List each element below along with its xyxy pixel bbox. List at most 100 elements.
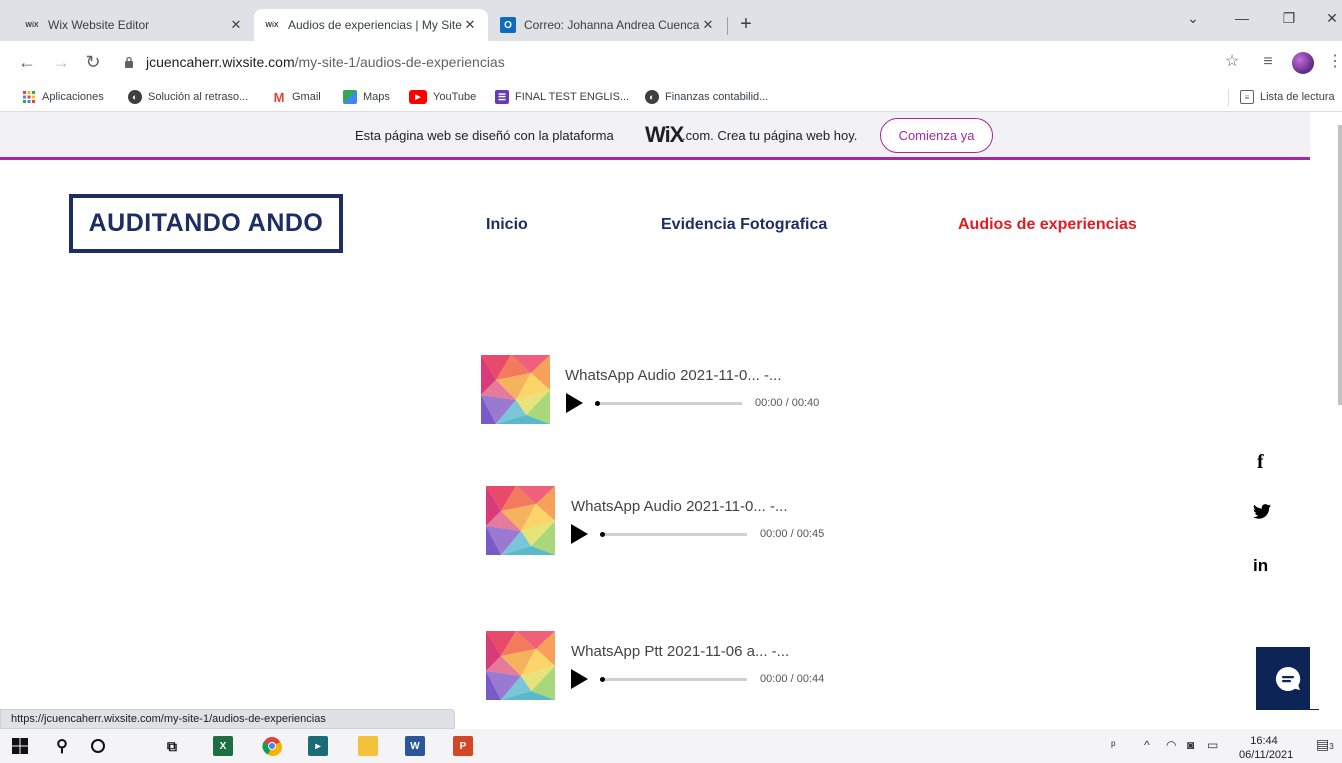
chat-bubble-icon	[1275, 666, 1300, 691]
search-icon[interactable]: ⚲	[52, 736, 72, 756]
play-icon[interactable]	[566, 393, 583, 413]
restore-icon[interactable]: ❐	[1279, 10, 1299, 27]
wix-favicon-icon: WiX	[265, 21, 279, 29]
bookmark-label: Solución al retraso...	[148, 91, 249, 103]
maps-icon	[343, 90, 357, 104]
excel-icon[interactable]: X	[213, 736, 233, 756]
nav-evidencia-fotografica[interactable]: Evidencia Fotografica	[661, 216, 827, 234]
progress-track[interactable]	[600, 678, 747, 681]
wix-promo-banner: Esta página web se diseñó con la platafo…	[0, 112, 1310, 160]
lock-icon	[125, 56, 133, 68]
chevron-up-icon[interactable]: ^	[1144, 738, 1150, 752]
tab-title: Correo: Johanna Andrea Cuenca	[524, 18, 700, 32]
tab-wix-editor[interactable]: WiX Wix Website Editor ✕	[14, 9, 254, 41]
progress-knob[interactable]	[595, 401, 600, 406]
bookmark-finanzas[interactable]: ◐ Finanzas contabilid...	[645, 89, 768, 105]
reading-list-icon: ≡	[1240, 90, 1254, 104]
reload-icon[interactable]: ↻	[83, 52, 103, 72]
progress-knob[interactable]	[600, 677, 605, 682]
bookmark-youtube[interactable]: ▶ YouTube	[409, 89, 476, 105]
audio-player: WhatsApp Audio 2021-11-0... -... 00:00 /…	[486, 486, 846, 558]
tab-title: Wix Website Editor	[48, 18, 150, 32]
notification-count: 3	[1329, 742, 1334, 751]
url-text: jcuencaherr.wixsite.com/my-site-1/audios…	[146, 54, 505, 70]
new-tab-button[interactable]: +	[736, 14, 756, 35]
audio-player: WhatsApp Ptt 2021-11-06 a... -... 00:00 …	[486, 631, 846, 703]
audio-time: 00:00 / 00:45	[760, 528, 825, 540]
scrollbar-thumb[interactable]	[1338, 125, 1342, 405]
taskbar-clock[interactable]: 16:44 06/11/2021	[1239, 734, 1294, 762]
audio-title: WhatsApp Audio 2021-11-0... -...	[571, 498, 788, 515]
tab-audios[interactable]: WiX Audios de experiencias | My Site ✕	[254, 9, 488, 41]
youtube-icon: ▶	[409, 90, 427, 104]
cortana-icon[interactable]	[88, 736, 108, 756]
wix-logo: WiX	[645, 122, 684, 147]
tab-separator	[727, 17, 728, 35]
close-icon[interactable]: ✕	[462, 17, 478, 33]
bookmark-label: Finanzas contabilid...	[665, 91, 769, 103]
clock-date: 06/11/2021	[1239, 749, 1294, 761]
audio-title: WhatsApp Audio 2021-11-0... -...	[565, 367, 782, 384]
twitter-icon[interactable]	[1253, 504, 1271, 524]
progress-track[interactable]	[600, 533, 747, 536]
forward-arrow-icon[interactable]: →	[51, 52, 71, 72]
close-icon[interactable]: ✕	[700, 17, 716, 33]
forms-icon: ☰	[495, 90, 509, 104]
battery-icon[interactable]: ▭	[1207, 738, 1218, 752]
audio-time: 00:00 / 00:44	[760, 673, 825, 685]
chrome-icon[interactable]	[262, 736, 282, 756]
site-page: AUDITANDO ANDO Inicio Evidencia Fotograf…	[0, 163, 1319, 710]
site-logo[interactable]: AUDITANDO ANDO	[69, 194, 343, 253]
windows-start-icon[interactable]	[10, 736, 30, 756]
play-icon[interactable]	[571, 524, 588, 544]
tab-correo[interactable]: O Correo: Johanna Andrea Cuenca ✕	[490, 9, 726, 41]
back-arrow-icon[interactable]: ←	[17, 52, 37, 72]
notifications-icon[interactable]: ▤3	[1316, 736, 1334, 753]
bookmark-label: Aplicaciones	[42, 91, 104, 103]
word-icon[interactable]: W	[405, 736, 425, 756]
globe-icon: ◐	[645, 90, 659, 104]
minimize-icon[interactable]: —	[1232, 10, 1252, 26]
linkedin-icon[interactable]: in	[1253, 556, 1268, 576]
outlook-icon: O	[500, 17, 516, 33]
file-explorer-icon[interactable]	[358, 736, 378, 756]
globe-icon: ◐	[128, 90, 142, 104]
facebook-icon[interactable]: f	[1257, 451, 1264, 474]
wix-favicon-icon: WiX	[25, 21, 39, 29]
progress-track[interactable]	[595, 402, 742, 405]
banner-suffix: .com. Crea tu página web hoy.	[682, 128, 858, 143]
banner-text: Esta página web se diseñó con la platafo…	[355, 128, 614, 143]
bookmark-label: FINAL TEST ENGLIS...	[515, 91, 630, 103]
nav-inicio[interactable]: Inicio	[486, 216, 528, 234]
people-icon[interactable]: ᵖ	[1111, 738, 1116, 752]
reading-list-button[interactable]: ≡ Lista de lectura	[1240, 89, 1335, 105]
album-cover	[486, 631, 555, 700]
media-control-icon[interactable]: ≡	[1259, 53, 1277, 71]
clock-time: 16:44	[1250, 735, 1278, 747]
site-logo-text: AUDITANDO ANDO	[88, 209, 324, 237]
comienza-ya-button[interactable]: Comienza ya	[880, 118, 993, 153]
star-icon[interactable]: ☆	[1223, 53, 1241, 71]
meet-now-icon[interactable]: ◙	[1187, 738, 1194, 752]
nav-audios-de-experiencias[interactable]: Audios de experiencias	[958, 216, 1137, 234]
bookmark-solucion[interactable]: ◐ Solución al retraso...	[128, 89, 248, 105]
bookmark-maps[interactable]: Maps	[343, 89, 390, 105]
window-close-icon[interactable]: ✕	[1322, 10, 1342, 27]
wifi-icon[interactable]: ◠	[1166, 738, 1176, 752]
task-view-icon[interactable]: ⧉	[162, 736, 182, 756]
progress-knob[interactable]	[600, 532, 605, 537]
album-cover	[481, 355, 550, 424]
powerpoint-icon[interactable]: P	[453, 736, 473, 756]
bookmark-label: Gmail	[292, 91, 321, 103]
bookmark-aplicaciones[interactable]: Aplicaciones	[22, 89, 104, 105]
sway-icon[interactable]: ▸	[308, 736, 328, 756]
bookmark-final-test[interactable]: ☰ FINAL TEST ENGLIS...	[495, 89, 629, 105]
bookmark-gmail[interactable]: M Gmail	[272, 89, 321, 105]
close-icon[interactable]: ✕	[228, 17, 244, 33]
menu-kebab-icon[interactable]: ⋮	[1326, 53, 1342, 71]
tab-search-icon[interactable]: ⌄	[1183, 10, 1203, 27]
windows-taskbar	[0, 729, 1342, 763]
profile-avatar[interactable]	[1292, 52, 1314, 74]
address-bar[interactable]: jcuencaherr.wixsite.com/my-site-1/audios…	[110, 46, 1210, 78]
play-icon[interactable]	[571, 669, 588, 689]
